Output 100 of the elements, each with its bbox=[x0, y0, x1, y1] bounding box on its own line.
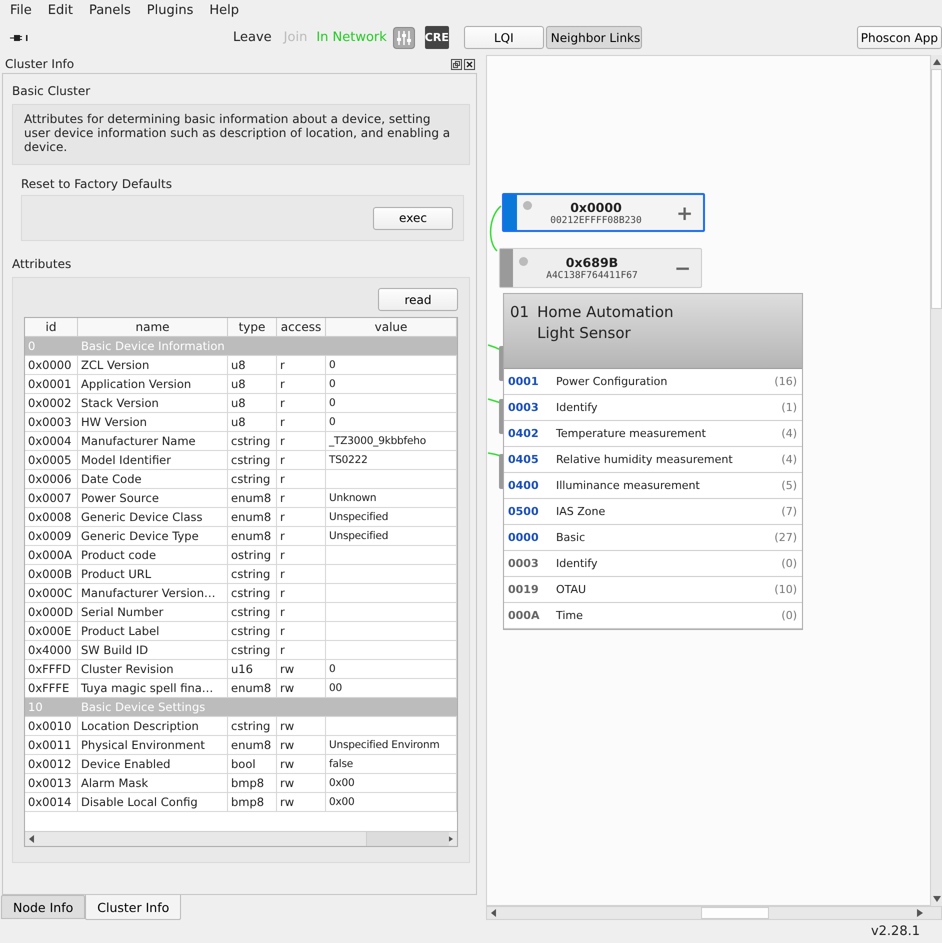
cluster-row[interactable]: 0003 Identify (1) bbox=[504, 395, 802, 421]
scrollbar-thumb[interactable] bbox=[701, 907, 769, 919]
table-cell: r bbox=[277, 413, 326, 431]
cluster-title: Basic Cluster bbox=[12, 84, 92, 100]
lqi-button[interactable]: LQI bbox=[464, 26, 544, 49]
cluster-description: Attributes for determining basic information about a device, setting user device information such as description of location, and enabling a device. bbox=[24, 112, 452, 154]
neighbor-links-button[interactable]: Neighbor Links bbox=[546, 26, 642, 49]
table-cell: r bbox=[277, 451, 326, 469]
exec-button[interactable]: exec bbox=[373, 206, 453, 230]
phoscon-app-button[interactable]: Phoscon App bbox=[856, 26, 942, 49]
table-cell: r bbox=[277, 489, 326, 507]
equalizer-icon[interactable] bbox=[392, 26, 415, 48]
attribute-count: (7) bbox=[781, 505, 797, 518]
cluster-row[interactable]: 0500 IAS Zone (7) bbox=[504, 499, 802, 525]
node-card[interactable]: 0x689B A4C138F764411F67 − bbox=[499, 248, 702, 288]
plug-icon[interactable] bbox=[10, 34, 28, 42]
table-cell: rw bbox=[277, 679, 326, 697]
cluster-row[interactable]: 0000 Basic (27) bbox=[504, 525, 802, 551]
table-cell: enum8 bbox=[228, 736, 277, 754]
expand-toggle[interactable]: + bbox=[676, 202, 693, 222]
menu-item[interactable]: Plugins bbox=[146, 2, 194, 18]
cluster-id: 0000 bbox=[508, 531, 540, 544]
menu-item[interactable]: Help bbox=[209, 2, 240, 18]
reset-title: Reset to Factory Defaults bbox=[20, 177, 173, 193]
table-cell: Serial Number bbox=[78, 603, 228, 621]
connection-line bbox=[488, 398, 502, 404]
network-status: In Network bbox=[316, 30, 387, 45]
cluster-id: 0500 bbox=[508, 505, 540, 518]
scroll-right-icon[interactable] bbox=[447, 835, 453, 843]
scroll-left-icon[interactable] bbox=[29, 835, 35, 843]
table-cell: 0x00 bbox=[326, 774, 457, 792]
cluster-row[interactable]: 0402 Temperature measurement (4) bbox=[504, 421, 802, 447]
menu-item[interactable]: Panels bbox=[88, 2, 131, 18]
leave-link[interactable]: Leave bbox=[233, 30, 272, 45]
table-cell: u8 bbox=[228, 375, 277, 393]
panel-tab[interactable]: Node Info bbox=[1, 895, 86, 919]
expand-toggle[interactable]: − bbox=[674, 258, 691, 278]
status-dot bbox=[519, 256, 528, 266]
cluster-id: 0402 bbox=[508, 427, 540, 440]
table-cell: 0x0003 bbox=[25, 413, 78, 431]
table-cell: r bbox=[277, 470, 326, 488]
table-cell: 0x0001 bbox=[25, 375, 78, 393]
table-cell: rw bbox=[277, 717, 326, 735]
column-header[interactable]: access bbox=[277, 318, 326, 336]
table-cell: Application Version bbox=[78, 375, 228, 393]
column-header[interactable]: value bbox=[326, 318, 457, 336]
cluster-row[interactable]: 0400 Illuminance measurement (5) bbox=[504, 473, 802, 499]
node-address: 0x0000 bbox=[570, 200, 622, 214]
scroll-up-icon[interactable] bbox=[932, 59, 940, 65]
cluster-row[interactable]: 0001 Power Configuration (16) bbox=[504, 369, 802, 395]
status-dot bbox=[523, 201, 532, 210]
cluster-name: Basic bbox=[556, 531, 586, 544]
table-cell: cstring bbox=[228, 451, 277, 469]
menu-item[interactable]: File bbox=[10, 2, 32, 18]
attribute-count: (4) bbox=[781, 453, 797, 466]
table-cell: rw bbox=[277, 793, 326, 811]
read-button[interactable]: read bbox=[378, 288, 458, 311]
table-cell: Stack Version bbox=[78, 394, 228, 412]
scroll-down-icon[interactable] bbox=[932, 896, 940, 902]
node-mac: A4C138F764411F67 bbox=[546, 270, 638, 281]
table-cell: r bbox=[277, 375, 326, 393]
scroll-left-icon[interactable] bbox=[491, 909, 497, 917]
column-header[interactable]: id bbox=[25, 318, 78, 336]
table-cell: r bbox=[277, 641, 326, 659]
cluster-row[interactable]: 0405 Relative humidity measurement (4) bbox=[504, 447, 802, 473]
table-cell: Physical Environment bbox=[78, 736, 228, 754]
scroll-right-icon[interactable] bbox=[917, 909, 923, 917]
table-cell: rw bbox=[277, 736, 326, 754]
scrollbar-thumb[interactable] bbox=[931, 69, 942, 309]
node-stripe bbox=[504, 195, 517, 230]
attribute-count: (0) bbox=[781, 609, 797, 622]
panel-tab[interactable]: Cluster Info bbox=[85, 895, 182, 920]
table-cell: _TZ3000_9kbbfeho bbox=[326, 432, 457, 450]
table-cell: 0xFFFD bbox=[25, 660, 78, 678]
column-header[interactable]: type bbox=[228, 318, 277, 336]
cluster-row[interactable]: 0003 Identify (0) bbox=[504, 551, 802, 577]
node-card[interactable]: 0x0000 00212EFFFF08B230 + bbox=[502, 193, 705, 232]
table-cell: cstring bbox=[228, 622, 277, 640]
table-cell: 00 bbox=[326, 679, 457, 697]
table-cell: 0x0002 bbox=[25, 394, 78, 412]
cluster-row[interactable]: 000A Time (0) bbox=[504, 603, 802, 629]
scrollbar-thumb[interactable] bbox=[366, 832, 449, 846]
cluster-id: 0400 bbox=[508, 479, 540, 492]
cluster-row[interactable]: 0019 OTAU (10) bbox=[504, 577, 802, 603]
table-cell: cstring bbox=[228, 432, 277, 450]
table-cell: 0x000E bbox=[25, 622, 78, 640]
table-cell: 0x0011 bbox=[25, 736, 78, 754]
menu-item[interactable]: Edit bbox=[48, 2, 73, 18]
cluster-id: 0001 bbox=[508, 375, 540, 388]
cre-button[interactable]: CRE bbox=[424, 26, 449, 49]
endpoint-profile: Home Automation bbox=[537, 303, 674, 321]
connection-line bbox=[488, 344, 502, 351]
close-icon[interactable] bbox=[464, 58, 475, 70]
float-icon[interactable] bbox=[451, 58, 462, 70]
column-header[interactable]: name bbox=[78, 318, 228, 336]
table-cell: 0x0007 bbox=[25, 489, 78, 507]
table-cell: 0x0008 bbox=[25, 508, 78, 526]
table-cell: rw bbox=[277, 774, 326, 792]
cluster-id: 0003 bbox=[508, 401, 540, 414]
endpoint-header[interactable]: 01 Home Automation Light Sensor bbox=[504, 294, 802, 369]
